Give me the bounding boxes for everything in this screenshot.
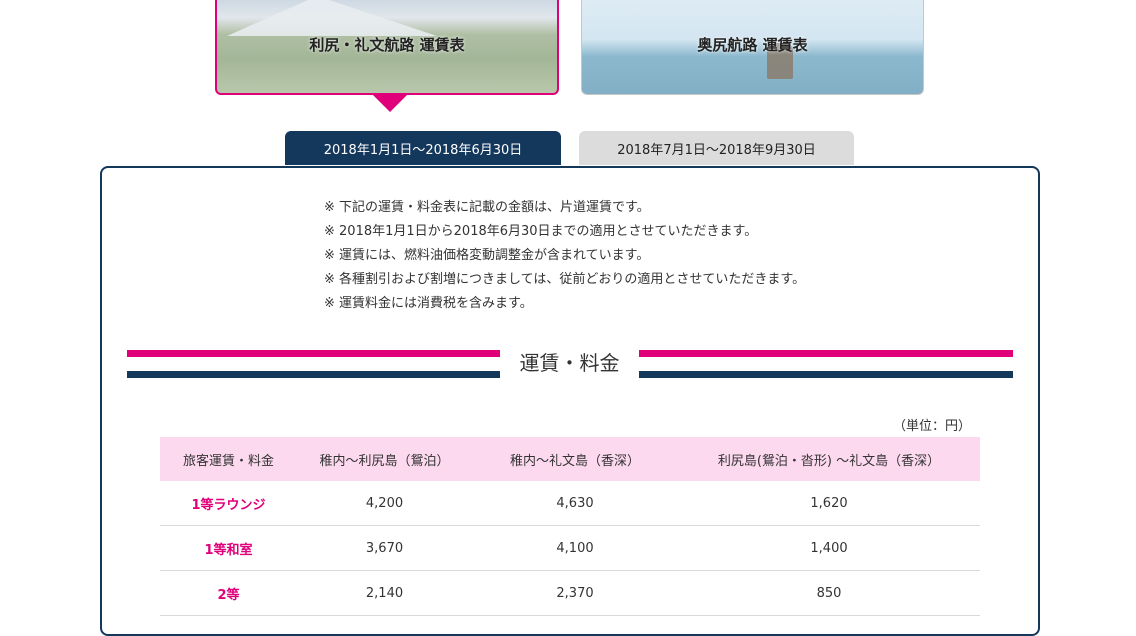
- fare-cell: 3,670: [297, 525, 472, 571]
- fare-cell: 4,200: [297, 481, 472, 526]
- table-row: 1等和室 3,670 4,100 1,400: [160, 525, 980, 571]
- tab-period-jan-jun[interactable]: 2018年1月1日～2018年6月30日: [285, 131, 561, 165]
- fare-cell: 1,620: [678, 481, 980, 526]
- table-row: 1等ラウンジ 4,200 4,630 1,620: [160, 481, 980, 526]
- divider-line: [639, 371, 1013, 378]
- route-card-okushiri[interactable]: 奥尻航路 運賃表: [581, 0, 924, 95]
- section-title: 運賃・料金: [519, 351, 620, 375]
- fare-cell: 4,100: [472, 525, 678, 571]
- route-label-okushiri: 奥尻航路 運賃表: [697, 36, 808, 54]
- tab-period-jul-sep[interactable]: 2018年7月1日～2018年9月30日: [579, 131, 854, 165]
- fare-cell: 850: [678, 570, 980, 616]
- col-header-wakkanai-rishiri: 稚内～利尻島（鴛泊）: [297, 437, 472, 481]
- note-item: ※ 運賃料金には消費税を含みます。: [324, 296, 533, 311]
- route-card-rishiri-rebun[interactable]: 利尻・礼文航路 運賃表: [215, 0, 559, 95]
- divider-line: [127, 350, 500, 357]
- fare-cell: 2,370: [472, 570, 678, 616]
- fare-cell: 2,140: [297, 570, 472, 616]
- note-item: ※ 運賃には、燃料油価格変動調整金が含まれています。: [324, 248, 650, 263]
- class-cell: 1等和室: [160, 525, 297, 571]
- notes-list: ※ 下記の運賃・料金表に記載の金額は、片道運賃です。 ※ 2018年1月1日から…: [324, 196, 805, 316]
- class-cell: 2等: [160, 570, 297, 616]
- col-header-rishiri-rebun: 利尻島(鴛泊・沓形) ～礼文島（香深）: [678, 437, 980, 481]
- route-label-rishiri-rebun: 利尻・礼文航路 運賃表: [309, 36, 465, 54]
- divider-line: [127, 371, 500, 378]
- table-header-row: 旅客運賃・料金 稚内～利尻島（鴛泊） 稚内～礼文島（香深） 利尻島(鴛泊・沓形)…: [160, 437, 980, 481]
- class-cell: 1等ラウンジ: [160, 481, 297, 526]
- col-header-class: 旅客運賃・料金: [160, 437, 297, 481]
- mountain-photo-icon: [227, 0, 437, 36]
- fare-cell: 1,400: [678, 525, 980, 571]
- table-row: 2等 2,140 2,370 850: [160, 570, 980, 616]
- note-item: ※ 下記の運賃・料金表に記載の金額は、片道運賃です。: [324, 200, 650, 215]
- divider-line: [639, 350, 1013, 357]
- note-item: ※ 各種割引および割増につきましては、従前どおりの適用とさせていただきます。: [324, 272, 806, 287]
- note-item: ※ 2018年1月1日から2018年6月30日までの適用とさせていただきます。: [324, 224, 758, 239]
- unit-label: （単位：円）: [892, 419, 971, 434]
- fare-table: 旅客運賃・料金 稚内～利尻島（鴛泊） 稚内～礼文島（香深） 利尻島(鴛泊・沓形)…: [160, 437, 980, 616]
- selected-route-pointer-icon: [372, 94, 408, 112]
- fare-cell: 4,630: [472, 481, 678, 526]
- col-header-wakkanai-rebun: 稚内～礼文島（香深）: [472, 437, 678, 481]
